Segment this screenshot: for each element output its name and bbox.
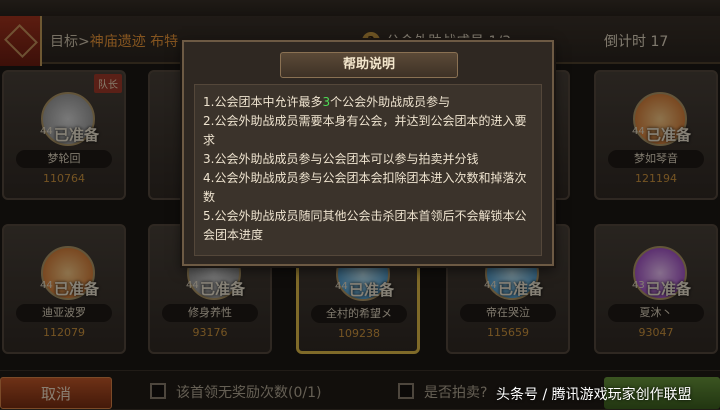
help-line-1: 1.公会团本中允许最多3个公会外助战成员参与 bbox=[203, 93, 535, 112]
dialog-title-bar: 帮助说明 bbox=[280, 52, 458, 78]
dialog-body: 1.公会团本中允许最多3个公会外助战成员参与 2.公会外助战成员需要本身有公会，… bbox=[194, 84, 542, 256]
help-line-2: 2.公会外助战成员需要本身有公会，并达到公会团本的进入要求 bbox=[203, 114, 527, 147]
help-line-5: 5.公会外助战成员随同其他公会击杀团本首领后不会解锁本公会团本进度 bbox=[203, 209, 527, 242]
help-line-3: 3.公会外助战成员参与公会团本可以参与拍卖并分钱 bbox=[203, 152, 479, 166]
help-line-1-number: 3 bbox=[322, 95, 331, 109]
help-line-1-pre: 1.公会团本中允许最多 bbox=[203, 95, 323, 109]
watermark-text: 头条号 / 腾讯游戏玩家创作联盟 bbox=[496, 387, 692, 403]
help-line-1-post: 个公会外助战成员参与 bbox=[330, 95, 451, 109]
help-dialog: 帮助说明 1.公会团本中允许最多3个公会外助战成员参与 2.公会外助战成员需要本… bbox=[182, 40, 554, 266]
help-line-4: 4.公会外助战成员参与公会团本会扣除团本进入次数和掉落次数 bbox=[203, 171, 527, 204]
dialog-title: 帮助说明 bbox=[342, 57, 395, 72]
